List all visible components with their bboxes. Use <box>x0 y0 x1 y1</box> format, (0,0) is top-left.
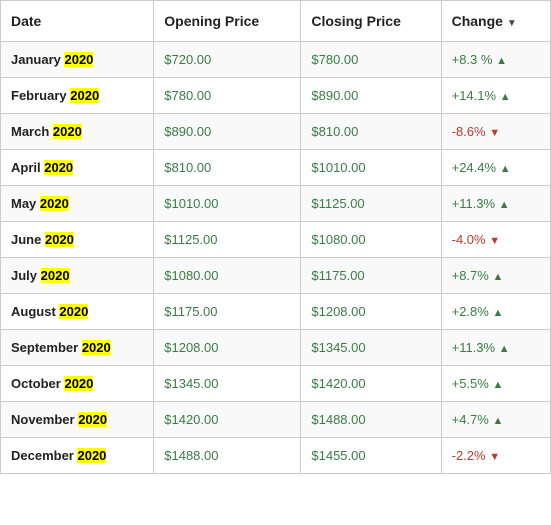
closing-price-cell: $1488.00 <box>301 402 441 438</box>
closing-price-cell: $810.00 <box>301 114 441 150</box>
year-highlight: 2020 <box>53 124 82 139</box>
arrow-up-icon: ▲ <box>499 343 510 355</box>
table-row: July 2020$1080.00$1175.00+8.7% ▲ <box>1 258 551 294</box>
opening-price-cell: $890.00 <box>154 114 301 150</box>
change-cell: -4.0% ▼ <box>441 222 550 258</box>
date-cell: April 2020 <box>1 150 154 186</box>
change-cell: +5.5% ▲ <box>441 366 550 402</box>
table-row: January 2020$720.00$780.00+8.3 % ▲ <box>1 42 551 78</box>
date-cell: May 2020 <box>1 186 154 222</box>
year-highlight: 2020 <box>45 232 74 247</box>
table-row: October 2020$1345.00$1420.00+5.5% ▲ <box>1 366 551 402</box>
change-cell: +4.7% ▲ <box>441 402 550 438</box>
date-cell: November 2020 <box>1 402 154 438</box>
year-highlight: 2020 <box>78 412 107 427</box>
date-cell: October 2020 <box>1 366 154 402</box>
closing-price-cell: $1420.00 <box>301 366 441 402</box>
opening-price-cell: $1208.00 <box>154 330 301 366</box>
date-cell: July 2020 <box>1 258 154 294</box>
year-highlight: 2020 <box>64 376 93 391</box>
opening-price-cell: $1080.00 <box>154 258 301 294</box>
date-cell: February 2020 <box>1 78 154 114</box>
arrow-up-icon: ▲ <box>499 199 510 211</box>
table-row: May 2020$1010.00$1125.00+11.3% ▲ <box>1 186 551 222</box>
date-cell: March 2020 <box>1 114 154 150</box>
arrow-down-icon: ▼ <box>489 127 500 139</box>
closing-price-cell: $1125.00 <box>301 186 441 222</box>
year-highlight: 2020 <box>59 304 88 319</box>
year-highlight: 2020 <box>77 448 106 463</box>
arrow-down-icon: ▼ <box>489 451 500 463</box>
opening-price-cell: $1420.00 <box>154 402 301 438</box>
change-cell: +11.3% ▲ <box>441 186 550 222</box>
closing-price-cell: $1455.00 <box>301 438 441 474</box>
closing-price-cell: $780.00 <box>301 42 441 78</box>
arrow-up-icon: ▲ <box>492 271 503 283</box>
year-highlight: 2020 <box>82 340 111 355</box>
table-row: November 2020$1420.00$1488.00+4.7% ▲ <box>1 402 551 438</box>
arrow-up-icon: ▲ <box>500 91 511 103</box>
year-highlight: 2020 <box>70 88 99 103</box>
table-row: December 2020$1488.00$1455.00-2.2% ▼ <box>1 438 551 474</box>
opening-price-cell: $780.00 <box>154 78 301 114</box>
year-highlight: 2020 <box>40 196 69 211</box>
change-cell: -8.6% ▼ <box>441 114 550 150</box>
table-row: March 2020$890.00$810.00-8.6% ▼ <box>1 114 551 150</box>
change-cell: +14.1% ▲ <box>441 78 550 114</box>
year-highlight: 2020 <box>44 160 73 175</box>
change-cell: -2.2% ▼ <box>441 438 550 474</box>
header-opening-price: Opening Price <box>154 1 301 42</box>
table-row: February 2020$780.00$890.00+14.1% ▲ <box>1 78 551 114</box>
opening-price-cell: $1175.00 <box>154 294 301 330</box>
change-cell: +8.7% ▲ <box>441 258 550 294</box>
year-highlight: 2020 <box>41 268 70 283</box>
date-cell: September 2020 <box>1 330 154 366</box>
arrow-up-icon: ▲ <box>500 163 511 175</box>
closing-price-cell: $1175.00 <box>301 258 441 294</box>
header-closing-price: Closing Price <box>301 1 441 42</box>
closing-price-cell: $1345.00 <box>301 330 441 366</box>
date-cell: January 2020 <box>1 42 154 78</box>
date-cell: August 2020 <box>1 294 154 330</box>
change-cell: +8.3 % ▲ <box>441 42 550 78</box>
arrow-up-icon: ▲ <box>496 55 507 67</box>
closing-price-cell: $1080.00 <box>301 222 441 258</box>
year-highlight: 2020 <box>64 52 93 67</box>
opening-price-cell: $810.00 <box>154 150 301 186</box>
header-date: Date <box>1 1 154 42</box>
opening-price-cell: $1345.00 <box>154 366 301 402</box>
arrow-up-icon: ▲ <box>492 307 503 319</box>
sort-icon: ▼ <box>507 18 517 29</box>
arrow-down-icon: ▼ <box>489 235 500 247</box>
table-row: August 2020$1175.00$1208.00+2.8% ▲ <box>1 294 551 330</box>
table-row: September 2020$1208.00$1345.00+11.3% ▲ <box>1 330 551 366</box>
header-change[interactable]: Change ▼ <box>441 1 550 42</box>
arrow-up-icon: ▲ <box>492 379 503 391</box>
price-table: Date Opening Price Closing Price Change … <box>0 0 551 474</box>
opening-price-cell: $1125.00 <box>154 222 301 258</box>
closing-price-cell: $890.00 <box>301 78 441 114</box>
change-cell: +2.8% ▲ <box>441 294 550 330</box>
date-cell: December 2020 <box>1 438 154 474</box>
change-cell: +24.4% ▲ <box>441 150 550 186</box>
opening-price-cell: $1488.00 <box>154 438 301 474</box>
opening-price-cell: $1010.00 <box>154 186 301 222</box>
date-cell: June 2020 <box>1 222 154 258</box>
table-row: April 2020$810.00$1010.00+24.4% ▲ <box>1 150 551 186</box>
closing-price-cell: $1010.00 <box>301 150 441 186</box>
opening-price-cell: $720.00 <box>154 42 301 78</box>
closing-price-cell: $1208.00 <box>301 294 441 330</box>
arrow-up-icon: ▲ <box>492 415 503 427</box>
table-row: June 2020$1125.00$1080.00-4.0% ▼ <box>1 222 551 258</box>
change-cell: +11.3% ▲ <box>441 330 550 366</box>
